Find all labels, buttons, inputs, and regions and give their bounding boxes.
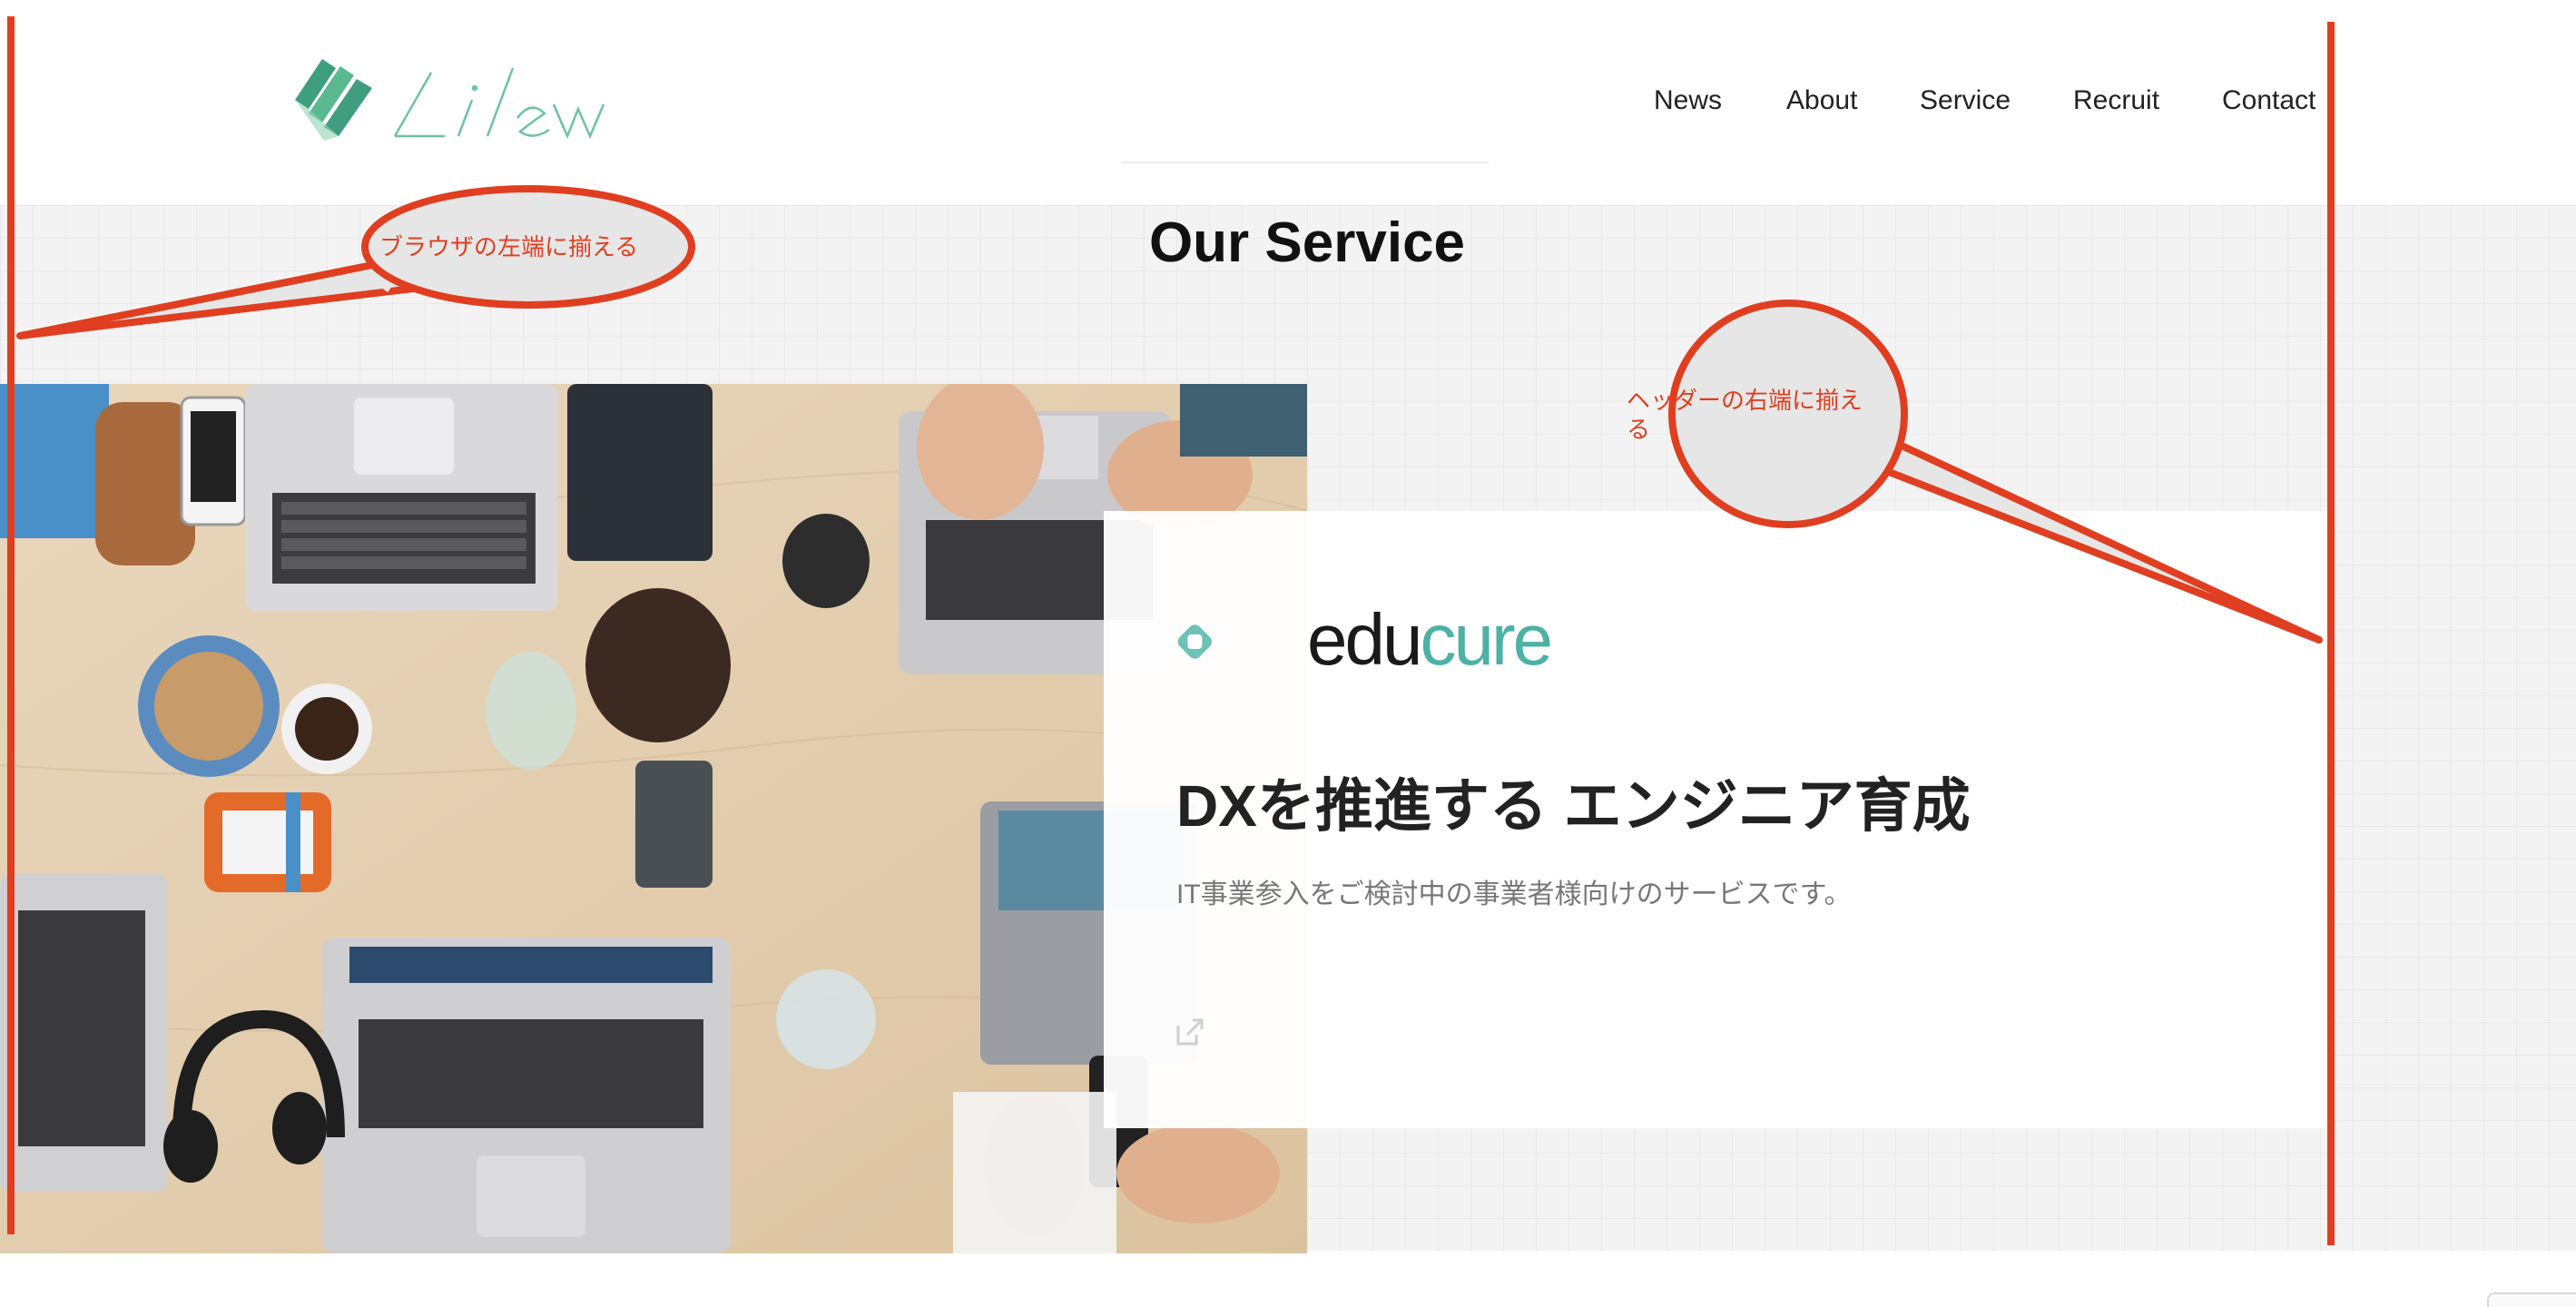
service-card-description: IT事業参入をご検討中の事業者様向けのサービスです。 <box>1176 880 1852 909</box>
external-link-icon[interactable] <box>1175 1017 1205 1047</box>
header-divider <box>1121 162 1489 163</box>
logo-wordmark <box>393 67 605 140</box>
site-header: News About Service Recruit Contact <box>0 0 2576 205</box>
nav-service[interactable]: Service <box>1920 82 2011 120</box>
nav-about[interactable]: About <box>1786 82 1857 120</box>
nav-contact[interactable]: Contact <box>2222 82 2315 120</box>
left-callout-text: ブラウザの左端に揃える <box>379 233 639 260</box>
section-bottom-band <box>0 1253 2576 1305</box>
site-logo[interactable] <box>286 50 649 150</box>
service-card-title: DXを推進する エンジニア育成 <box>1176 773 1971 839</box>
nav-recruit[interactable]: Recruit <box>2073 82 2159 120</box>
right-callout-text: ヘッダーの右端に揃える <box>1627 387 1863 443</box>
educure-logo-text: educure <box>1307 599 1553 680</box>
logo-emblem-icon <box>295 59 372 141</box>
nav-news[interactable]: News <box>1654 82 1722 120</box>
section-title: Our Service <box>1148 211 1466 274</box>
educure-logo-mark <box>1177 624 1212 659</box>
